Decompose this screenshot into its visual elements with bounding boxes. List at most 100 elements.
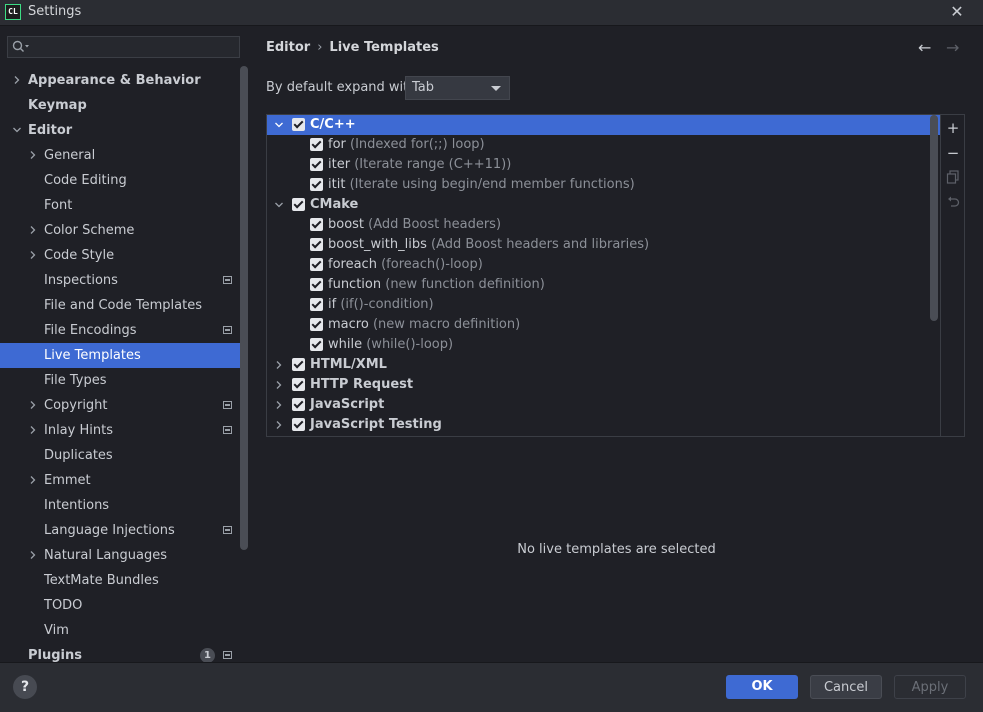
sidebar-item-label: Color Scheme [44,223,135,238]
sidebar-item-general[interactable]: General [0,143,249,168]
chevron-down-icon[interactable] [275,121,283,129]
chevron-right-icon[interactable] [29,401,37,409]
sidebar-item-code-editing[interactable]: Code Editing [0,168,249,193]
template-item-row[interactable]: for (Indexed for(;;) loop) [267,135,940,155]
templates-panel: C/C++ for (Indexed for(;;) loop) iter (Ite… [266,114,965,437]
sidebar-item-duplicates[interactable]: Duplicates [0,443,249,468]
template-text: HTTP Request [310,375,413,395]
chevron-right-icon[interactable] [29,476,37,484]
sidebar-item-editor[interactable]: Editor [0,118,249,143]
sidebar-item-vim[interactable]: Vim [0,618,249,643]
sidebar-item-file-encodings[interactable]: File Encodings [0,318,249,343]
sidebar-item-textmate-bundles[interactable]: TextMate Bundles [0,568,249,593]
apply-button[interactable]: Apply [894,675,966,699]
sidebar-item-font[interactable]: Font [0,193,249,218]
template-checkbox[interactable] [310,158,323,171]
forward-arrow-icon[interactable]: → [946,38,959,57]
chevron-right-icon[interactable] [275,361,283,369]
sidebar-item-color-scheme[interactable]: Color Scheme [0,218,249,243]
chevron-right-icon[interactable] [275,401,283,409]
sidebar-item-file-and-code-templates[interactable]: File and Code Templates [0,293,249,318]
copy-icon[interactable] [945,170,961,186]
template-group-row[interactable]: JavaScript [267,395,940,415]
templates-scrollbar[interactable] [930,115,938,321]
cancel-button[interactable]: Cancel [810,675,882,699]
chevron-right-icon[interactable] [29,226,37,234]
sidebar-item-inlay-hints[interactable]: Inlay Hints [0,418,249,443]
template-checkbox[interactable] [310,338,323,351]
template-checkbox[interactable] [310,238,323,251]
add-button[interactable]: + [945,120,961,136]
chevron-right-icon[interactable] [29,151,37,159]
template-checkbox[interactable] [292,118,305,131]
expand-with-label: By default expand with [266,80,417,95]
templates-toolbar: + − [940,115,965,436]
template-checkbox[interactable] [292,358,305,371]
breadcrumb-parent[interactable]: Editor [266,40,310,55]
ok-button[interactable]: OK [726,675,798,699]
chevron-right-icon[interactable] [275,421,283,429]
settings-sidebar: Appearance & Behavior Keymap Editor General… [0,26,249,663]
template-item-row[interactable]: macro (new macro definition) [267,315,940,335]
template-checkbox[interactable] [310,318,323,331]
template-item-row[interactable]: while (while()-loop) [267,335,940,355]
template-checkbox[interactable] [292,198,305,211]
template-checkbox[interactable] [310,218,323,231]
template-item-row[interactable]: if (if()-condition) [267,295,940,315]
template-group-row[interactable]: HTTP Request [267,375,940,395]
chevron-right-icon[interactable] [275,381,283,389]
template-group-row[interactable]: JavaScript Testing [267,415,940,435]
breadcrumb: Editor › Live Templates [266,40,439,55]
restore-icon[interactable] [945,195,961,211]
template-group-row[interactable]: CMake [267,195,940,215]
template-item-row[interactable]: function (new function definition) [267,275,940,295]
sidebar-item-todo[interactable]: TODO [0,593,249,618]
sidebar-item-copyright[interactable]: Copyright [0,393,249,418]
help-button[interactable]: ? [13,675,37,699]
expand-with-value: Tab [412,80,435,95]
sidebar-item-label: TODO [44,598,83,613]
sidebar-item-emmet[interactable]: Emmet [0,468,249,493]
template-checkbox[interactable] [310,178,323,191]
template-item-row[interactable]: foreach (foreach()-loop) [267,255,940,275]
sidebar-item-live-templates[interactable]: Live Templates [0,343,240,368]
template-checkbox[interactable] [310,138,323,151]
search-input[interactable] [7,36,240,58]
sidebar-item-code-style[interactable]: Code Style [0,243,249,268]
chevron-right-icon[interactable] [29,251,37,259]
remove-button[interactable]: − [945,145,961,161]
window-title: Settings [28,4,82,19]
template-checkbox[interactable] [310,298,323,311]
template-abbreviation: macro [328,317,369,332]
sidebar-item-appearance-behavior[interactable]: Appearance & Behavior [0,68,249,93]
template-item-row[interactable]: itit (Iterate using begin/end member fun… [267,175,940,195]
template-abbreviation: itit [328,177,346,192]
project-level-icon [223,401,232,409]
template-checkbox[interactable] [292,398,305,411]
template-checkbox[interactable] [292,378,305,391]
template-item-row[interactable]: iter (Iterate range (C++11)) [267,155,940,175]
template-item-row[interactable]: boost (Add Boost headers) [267,215,940,235]
chevron-right-icon[interactable] [29,426,37,434]
sidebar-item-language-injections[interactable]: Language Injections [0,518,249,543]
chevron-down-icon[interactable] [13,126,21,134]
back-arrow-icon[interactable]: ← [918,38,931,57]
template-checkbox[interactable] [292,418,305,431]
template-group-row[interactable]: C/C++ [267,115,940,135]
sidebar-scrollbar[interactable] [240,66,248,550]
sidebar-item-natural-languages[interactable]: Natural Languages [0,543,249,568]
chevron-right-icon[interactable] [29,551,37,559]
expand-with-select[interactable]: Tab [405,76,510,100]
sidebar-item-label: File Encodings [44,323,137,338]
sidebar-item-inspections[interactable]: Inspections [0,268,249,293]
template-checkbox[interactable] [310,258,323,271]
close-icon[interactable]: ✕ [946,2,968,22]
template-group-row[interactable]: HTML/XML [267,355,940,375]
sidebar-item-keymap[interactable]: Keymap [0,93,249,118]
chevron-right-icon[interactable] [13,76,21,84]
chevron-down-icon[interactable] [275,201,283,209]
sidebar-item-file-types[interactable]: File Types [0,368,249,393]
template-checkbox[interactable] [310,278,323,291]
template-item-row[interactable]: boost_with_libs (Add Boost headers and l… [267,235,940,255]
sidebar-item-intentions[interactable]: Intentions [0,493,249,518]
